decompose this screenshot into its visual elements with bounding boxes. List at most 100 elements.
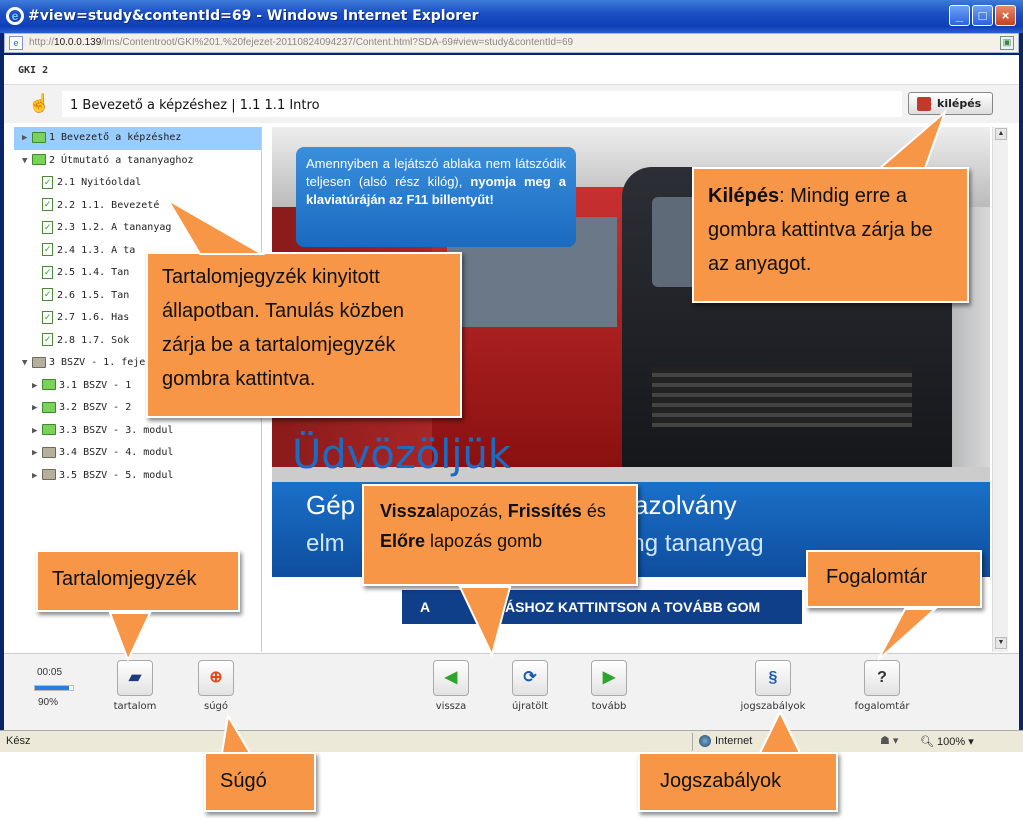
checked-page-icon: ✓ (42, 288, 53, 301)
glossary-question-icon: ? (877, 669, 887, 686)
toc-item[interactable]: ▶ 1 Bevezető a képzéshez (14, 127, 261, 150)
welcome-heading: Üdvözöljük (292, 432, 512, 478)
toc-button-label: tartalom (113, 701, 157, 712)
legislation-button[interactable]: § (755, 660, 791, 696)
expand-arrow-icon[interactable]: ▶ (32, 420, 42, 442)
continue-banner[interactable]: A ATÁSHOZ KATTINTSON A TOVÁBB GOM (402, 590, 802, 624)
toc-item-label: 2.4 1.3. A ta (57, 244, 136, 256)
toc-item-label: 3.4 BSZV - 4. modul (59, 447, 174, 458)
folder-icon (42, 424, 56, 435)
expand-arrow-icon[interactable]: ▶ (32, 375, 42, 397)
globe-icon (699, 735, 711, 748)
maximize-button[interactable]: □ (972, 5, 993, 26)
toc-item-label: 2.6 1.5. Tan (57, 289, 130, 301)
reload-button[interactable]: ⟳ (512, 660, 548, 696)
toc-button[interactable]: ▰ (117, 660, 153, 696)
forward-button-label: tovább (591, 701, 627, 712)
pointer-hand-icon: ☝ (28, 93, 51, 113)
folder-icon (42, 446, 56, 458)
scroll-up-arrow-icon[interactable]: ▲ (995, 128, 1007, 140)
checked-page-icon: ✓ (42, 310, 53, 324)
folder-icon (32, 154, 46, 165)
checked-page-icon: ✓ (42, 220, 53, 234)
toc-item-label: 3.1 BSZV - 1 (59, 379, 132, 391)
window-title: #view=study&contentId=69 - Windows Inter… (28, 8, 479, 24)
toc-item-label: 2.3 1.2. A tananyag (57, 222, 172, 233)
toc-item-label: 3 BSZV - 1. feje (49, 357, 146, 368)
content-scrollbar[interactable]: ▲ ▼ (992, 127, 1008, 652)
glossary-button-label: fogalomtár (854, 701, 910, 712)
status-bar: Kész Internet ☗ ▾ 🔍︎ 100% ▾ (0, 730, 1023, 752)
reload-button-label: újratölt (511, 701, 549, 712)
checked-page-icon: ✓ (42, 265, 53, 279)
zoom-level[interactable]: 🔍︎ 100% ▾ (920, 735, 974, 748)
toc-item[interactable]: ✓ 2.2 1.1. Bevezeté (14, 195, 261, 218)
toc-item-label: 3.3 BSZV - 3. modul (59, 424, 174, 436)
folder-icon (42, 401, 56, 413)
arrow-left-icon: ◀ (444, 669, 458, 686)
collapse-arrow-icon[interactable]: ▼ (22, 150, 32, 172)
callout-navigation: Visszalapozás, Frissítés és Előre lapozá… (362, 484, 638, 586)
scroll-down-arrow-icon[interactable]: ▼ (995, 637, 1007, 649)
refresh-icon: ⟳ (523, 669, 537, 686)
checked-page-icon: ✓ (42, 175, 53, 189)
status-text: Kész (6, 735, 31, 747)
address-url[interactable]: http://10.0.0.139/lms/Contentroot/GKI%20… (29, 37, 573, 48)
collapse-arrow-icon[interactable]: ▼ (22, 352, 32, 374)
toc-item-label: 2.8 1.7. Sok (57, 334, 130, 346)
player-toolbar: 00:05 90% ▰ tartalom ⊕ súgó ◀ vissza ⟳ ú… (4, 653, 1019, 730)
help-button[interactable]: ⊕ (198, 660, 234, 696)
folder-icon (42, 379, 56, 390)
toc-item-label: 2.1 Nyitóoldal (57, 177, 142, 188)
toc-item-label: 2.7 1.6. Has (57, 312, 130, 323)
toc-item[interactable]: ▶ 3.3 BSZV - 3. modul (14, 420, 261, 443)
security-zone: Internet (692, 733, 852, 751)
callout-glossary: Fogalomtár (806, 550, 982, 608)
glossary-button[interactable]: ? (864, 660, 900, 696)
forward-button[interactable]: ▶ (591, 660, 627, 696)
progress-percent: 90% (38, 697, 59, 708)
arrow-right-icon: ▶ (602, 669, 616, 686)
checked-page-icon: ✓ (42, 333, 53, 346)
toc-item[interactable]: ✓ 2.1 Nyitóoldal (14, 172, 261, 195)
toc-item[interactable]: ✓ 2.3 1.2. A tananyag (14, 217, 261, 240)
help-button-label: súgó (203, 701, 228, 712)
expand-arrow-icon[interactable]: ▶ (22, 127, 32, 149)
toc-item-label: 2.5 1.4. Tan (57, 267, 130, 278)
progress-bar (34, 685, 74, 691)
callout-legislation: Jogszabályok (638, 752, 838, 812)
app-header: GKI 2 (4, 55, 1019, 85)
callout-exit: Kilépés: Mindig erre a gombra kattintva … (692, 167, 969, 303)
toc-item-label: 2.2 1.1. Bevezeté (57, 199, 160, 211)
back-button[interactable]: ◀ (433, 660, 469, 696)
address-bar[interactable]: e http://10.0.0.139/lms/Contentroot/GKI%… (4, 33, 1019, 53)
checked-page-icon: ✓ (42, 243, 53, 256)
back-button-label: vissza (435, 701, 467, 712)
legislation-button-label: jogszabályok (740, 701, 806, 712)
expand-arrow-icon[interactable]: ▶ (32, 465, 42, 487)
toc-item[interactable]: ▶ 3.4 BSZV - 4. modul (14, 442, 261, 465)
expand-arrow-icon[interactable]: ▶ (32, 442, 42, 464)
exit-button[interactable]: kilépés (908, 92, 993, 115)
ie-logo-icon: e (6, 7, 24, 25)
paragraph-icon: § (768, 669, 778, 686)
compat-view-icon[interactable]: ▣ (1000, 36, 1014, 50)
toc-item-label: 3.5 BSZV - 5. modul (59, 469, 174, 481)
close-button[interactable]: × (995, 5, 1016, 26)
toc-item-label: 1 Bevezető a képzéshez (49, 132, 182, 143)
toc-item[interactable]: ▼ 2 Útmutató a tananyaghoz (14, 150, 261, 173)
protected-mode-icon[interactable]: ☗ ▾ (880, 734, 898, 747)
toc-item[interactable]: ▶ 3.5 BSZV - 5. modul (14, 465, 261, 488)
expand-arrow-icon[interactable]: ▶ (32, 397, 42, 419)
app-name: GKI 2 (18, 65, 49, 76)
book-icon: ▰ (128, 669, 142, 686)
breadcrumb: 1 Bevezető a képzéshez | 1.1 1.1 Intro (62, 91, 902, 117)
minimize-button[interactable]: _ (949, 5, 970, 26)
lifebuoy-icon: ⊕ (209, 669, 223, 686)
checked-page-icon: ✓ (42, 198, 53, 211)
exit-door-icon (917, 97, 932, 111)
exit-label: kilépés (937, 97, 982, 110)
title-bar: e #view=study&contentId=69 - Windows Int… (0, 0, 1023, 33)
toc-item-label: 2 Útmutató a tananyaghoz (49, 154, 194, 166)
toc-item-label: 3.2 BSZV - 2 (59, 402, 132, 413)
